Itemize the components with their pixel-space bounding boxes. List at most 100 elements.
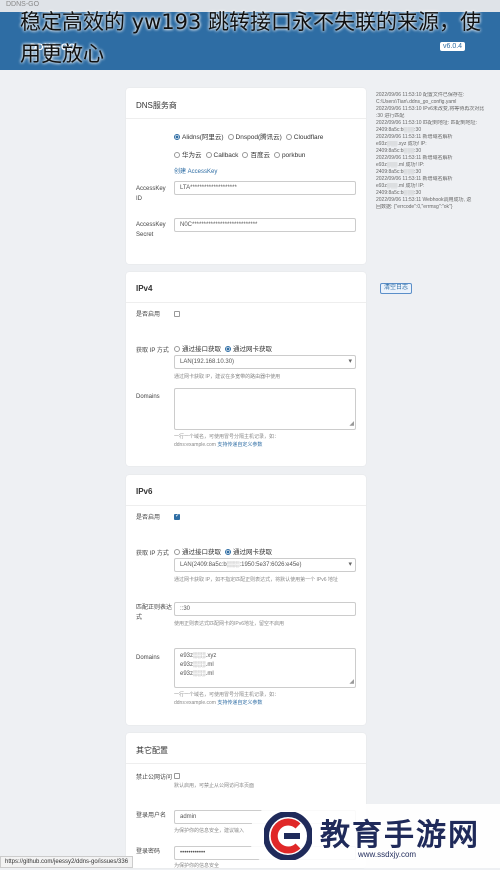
ipv4-method-radio-option[interactable]: 通过接口获取 [174,343,221,353]
log-line: 2022/09/06 11:53:11 新增域名解析 [376,155,453,161]
ipv6-domains-label: Domains [136,655,160,661]
accesskey-id-input[interactable]: LTA******************** [174,181,356,195]
clear-logs-button[interactable]: 清空日志 [380,283,412,294]
radio-label: Alidns(阿里云) [182,134,224,141]
ipv6-domains-textarea[interactable]: e93z░░░.xyz e93z░░░.ml e93z░░░.ml ◢ [174,648,356,688]
ipv4-card: IPv4 是否启用 获取 IP 方式 通过接口获取 通过网卡获取 LAN(192.… [126,272,366,466]
watermark-text: 教育手游网 [320,818,480,853]
log-line: e93z░░░.xyz 成功! IP: [376,141,427,147]
radio-dot-icon[interactable] [285,134,292,140]
log-line: 2409:8a5c:b░░░:30 [376,127,422,133]
ipv6-regex-label: 匹配正则表达式 [136,605,173,621]
custom-params-link[interactable]: 支持传递自定义参数 [217,442,262,448]
log-line: 2022/09/06 11:53:10 匹配到地址: 匹配到地址: [376,120,478,126]
username-label: 登录用户名 [136,813,167,819]
accesskey-secret-input[interactable]: N0C**************************** [174,218,356,232]
help-example: ddns:example.com [174,700,216,706]
overlay-caption: 稳定高效的 yw193 跳转接口永不失联的来源，使用更放心 [20,10,482,66]
resize-grip-icon[interactable]: ◢ [349,678,354,687]
ipv6-method-radio-option[interactable]: 通过接口获取 [174,546,221,556]
radio-label: 通过接口获取 [182,346,221,353]
card-title: 其它配置 [136,746,168,755]
divider [126,763,366,764]
password-label: 登录密码 [136,849,161,855]
card-title: IPv6 [136,487,153,496]
dns-provider-card: DNS服务商 Alidns(阿里云) Dnspod(腾讯云) Cloudflare … [126,88,366,264]
radio-label: Callback [213,152,239,159]
log-line: :30 进行匹配 [376,113,405,119]
radio-dot-icon[interactable] [174,549,180,555]
radio-dot-icon[interactable] [174,134,180,140]
log-line: e93z░░░.ml 成功! IP: [376,162,425,168]
provider-radio-option[interactable]: 华为云 [174,149,202,159]
ipv6-card: IPv6 是否启用 获取 IP 方式 通过接口获取 通过网卡获取 LAN(2409… [126,475,366,725]
ipv4-domains-help: 一行一个域名，可使用冒号分隔主机记录，如： ddns:example.com 支… [174,433,356,449]
radio-dot-icon[interactable] [205,152,212,158]
deny-public-help: 默认启用，可禁止从公网访问本页面 [174,783,255,789]
radio-dot-icon[interactable] [174,152,180,158]
radio-label: Dnspod(腾讯云) [235,134,282,141]
radio-dot-icon[interactable] [225,346,231,352]
ipv6-enable-label: 是否启用 [136,515,161,521]
radio-dot-icon[interactable] [225,549,231,555]
provider-radio-option[interactable]: Dnspod(腾讯云) [227,131,282,141]
log-line: 2409:8a5c:b░░░:30 [376,190,422,196]
ipv6-method-label: 获取 IP 方式 [136,551,169,557]
provider-radio-option[interactable]: Alidns(阿里云) [174,131,224,141]
divider [126,302,366,303]
ipv6-nic-help: 通过网卡获取 IP，如不指定匹配正则表达式，将默认使用第一个 IPv6 地址 [174,577,338,583]
ipv6-nic-select[interactable]: LAN(2409:8a5c:b░░░:1950:5e37:6026:e45e) [174,558,356,572]
provider-radio-row-1: Alidns(阿里云) Dnspod(腾讯云) Cloudflare [174,131,358,141]
status-bar-url: https://github.com/jeessy2/ddns-go/issue… [0,856,134,868]
radio-dot-icon[interactable] [242,152,249,158]
watermark-url: www.ssdxjy.com [358,850,417,859]
watermark: 教育手游网 www.ssdxjy.com [250,804,500,868]
ipv6-regex-input[interactable]: ::30 [174,602,356,616]
deny-public-label: 禁止公网访问 [136,775,173,781]
help-example: ddns:example.com [174,442,216,448]
ipv4-method-radio-option[interactable]: 通过网卡获取 [225,343,272,353]
custom-params-link[interactable]: 支持传递自定义参数 [217,700,262,706]
ipv4-domains-textarea[interactable]: ◢ [174,388,356,430]
ipv4-method-label: 获取 IP 方式 [136,348,169,354]
radio-label: 百度云 [250,152,270,159]
ipv4-enable-checkbox[interactable] [174,311,180,317]
radio-dot-icon[interactable] [273,152,280,158]
log-line: C:\Users\Tian\.ddns_go_config.yaml [376,99,457,105]
provider-radio-row-2: 华为云 Callback 百度云 porkbun [174,149,358,159]
radio-label: 通过网卡获取 [233,549,272,556]
ipv6-method-radios: 通过接口获取 通过网卡获取 [174,546,358,556]
domain-line: e93z░░░.xyz [180,653,217,659]
card-title: IPv4 [136,284,153,293]
divider [126,118,366,119]
log-line: 回数据: {"errcode":0,"errmsg":"ok"} [376,204,453,210]
watermark-logo-icon [264,812,312,860]
radio-dot-icon[interactable] [174,346,180,352]
create-accesskey-link[interactable]: 创建 AccessKey [174,166,217,175]
ipv4-nic-help: 通过网卡获取 IP，建议在多宽带的路由器中使用 [174,374,281,380]
radio-label: 华为云 [182,152,202,159]
log-line: e93z░░░.ml 成功! IP: [376,183,425,189]
log-line: 2022/09/06 11:53:11 Webhook调用成功, 返 [376,197,472,203]
ipv4-nic-select[interactable]: LAN(192.168.10.30) [174,355,356,369]
domain-line: e93z░░░.ml [180,671,214,677]
ipv6-regex-help: 使用正则表达式匹配网卡的IPv6地址，留空不启用 [174,621,285,627]
ipv6-method-radio-option[interactable]: 通过网卡获取 [225,546,272,556]
log-line: 2022/09/06 11:53:11 新增域名解析 [376,176,453,182]
provider-radio-option[interactable]: Callback [205,152,239,159]
resize-grip-icon[interactable]: ◢ [349,420,354,429]
radio-label: 通过网卡获取 [233,346,272,353]
log-line: 2409:8a5c:b░░░:30 [376,148,422,154]
provider-radio-option[interactable]: porkbun [273,152,305,159]
radio-dot-icon[interactable] [227,134,234,140]
help-text: 一行一个域名，可使用冒号分隔主机记录，如： [174,692,280,698]
accesskey-secret-label: AccessKey Secret [136,222,166,238]
ipv6-domains-help: 一行一个域名，可使用冒号分隔主机记录，如： ddns:example.com 支… [174,691,356,707]
ipv6-enable-checkbox[interactable] [174,512,180,520]
accesskey-id-label: AccessKey ID [136,186,166,202]
provider-radio-option[interactable]: Cloudflare [285,134,324,141]
provider-radio-option[interactable]: 百度云 [242,149,270,159]
deny-public-checkbox[interactable] [174,773,180,779]
domain-line: e93z░░░.ml [180,662,214,668]
radio-label: Cloudflare [293,134,324,141]
